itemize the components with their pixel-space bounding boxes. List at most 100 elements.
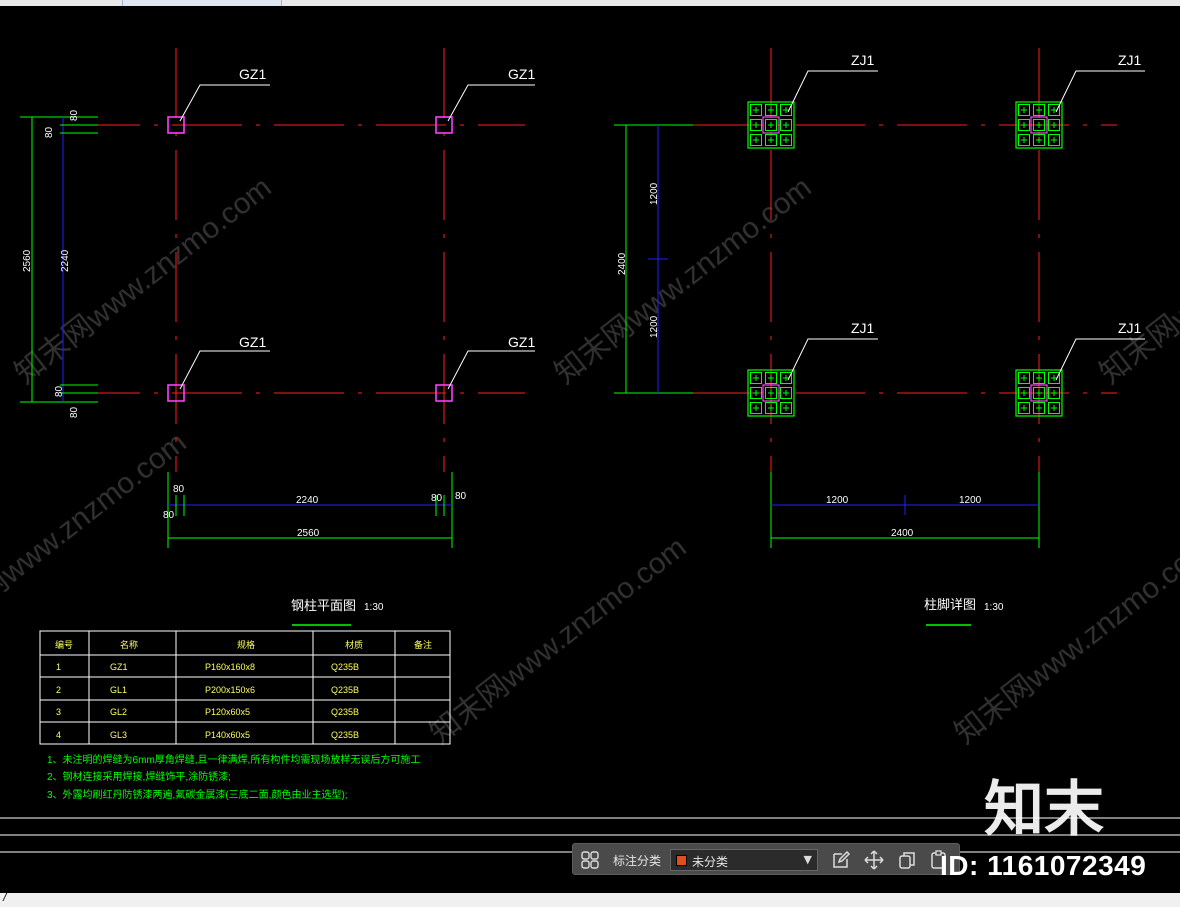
detail-footing-labels: ZJ1 ZJ1 ZJ1 ZJ1 [851,52,1142,336]
column-label: GZ1 [508,334,535,350]
table-header-cell: 名称 [120,639,138,650]
annotation-toolbar: 标注分类 未分类 ▼ [572,843,960,875]
table-cell: P120x60x5 [205,707,250,717]
anchor-bolt-cross [1036,122,1042,128]
footing-zj1 [747,369,795,417]
table-cell: Q235B [331,707,359,717]
id-label: ID: 1161072349 [940,850,1147,881]
table-cell: 2 [56,685,61,695]
table-cell: Q235B [331,685,359,695]
dim-2400: 2400 [617,252,628,275]
plan-title: 钢柱平面图 [291,598,356,613]
table-cell: 1 [56,662,61,672]
anchor-bolt-cross [783,137,789,143]
anchor-bolt-cross [783,375,789,381]
chevron-down-icon: ▼ [803,853,812,866]
anchor-bolt-cross [1036,405,1042,411]
toolbar-label: 标注分类 [613,854,662,868]
note-line: 2、钢材连接采用焊接,焊缝饰平,涂防锈漆; [47,770,231,783]
anchor-bolt-cross [1051,107,1057,113]
table-cell: P160x160x8 [205,662,255,672]
dim-80: 80 [44,126,55,138]
anchor-bolt-cross [768,375,774,381]
status-bar: / [0,892,1180,907]
anchor-bolt-cross [768,137,774,143]
footing-label: ZJ1 [1118,320,1142,336]
detail-title: 柱脚详图 [924,597,976,612]
edit-icon[interactable] [831,850,851,870]
footing-zj1 [747,101,795,149]
anchor-bolt-cross [783,390,789,396]
status-text: / [2,892,9,903]
dim-80: 80 [163,510,175,521]
anchor-bolt-cross [753,390,759,396]
detail-footings [747,101,1063,417]
table-cell: GL1 [110,685,127,695]
grid-icon[interactable] [581,851,599,869]
copy-icon[interactable] [897,850,917,870]
anchor-bolt-cross [768,107,774,113]
brand-text: 知末 [984,775,1104,840]
anchor-bolt-cross [753,375,759,381]
watermark: 知末网www.znzmo.com [1094,171,1180,391]
dim-2560: 2560 [297,528,320,539]
anchor-bolt-cross [768,390,774,396]
anchor-bolt-cross [1036,107,1042,113]
anchor-bolt-cross [753,405,759,411]
anchor-bolt-cross [1021,107,1027,113]
plan-column-labels: GZ1 GZ1 GZ1 GZ1 [239,66,535,350]
move-icon[interactable] [864,850,884,870]
anchor-bolt-cross [1021,390,1027,396]
dim-80: 80 [173,484,185,495]
table-rows: 1 GZ1 P160x160x8 Q235B 2 GL1 P200x150x6 … [56,662,359,740]
table-cell: GL3 [110,730,127,740]
anchor-bolt-cross [1051,375,1057,381]
anchor-bolt-cross [753,122,759,128]
dim-80: 80 [69,109,80,121]
dim-80: 80 [455,491,467,502]
plan-columns [167,116,453,402]
dim-2240: 2240 [296,495,319,506]
column-label: GZ1 [239,66,266,82]
anchor-bolt-cross [1036,375,1042,381]
anchor-bolt-cross [1036,390,1042,396]
anchor-bolt-cross [1051,390,1057,396]
watermark: 知末网www.znzmo.com [549,171,818,391]
table-header-cell: 材质 [345,639,363,650]
column-label: GZ1 [239,334,266,350]
anchor-bolt-cross [783,405,789,411]
anchor-bolt-cross [1036,137,1042,143]
detail-leaders [787,70,1145,381]
category-select[interactable]: 未分类 ▼ [670,849,818,871]
anchor-bolt-cross [783,107,789,113]
watermark: 知末网www.znzmo.com [424,531,693,751]
anchor-bolt-cross [768,405,774,411]
dim-80: 80 [431,493,443,504]
anchor-bolt-cross [1021,375,1027,381]
table-cell: 4 [56,730,61,740]
notes: 1、未注明的焊缝为6mm厚角焊缝,且一律满焊,所有构件均需现场放样无误后方可施工… [47,753,420,801]
note-line: 3、外露均刷红丹防锈漆两遍,氟碳金属漆(三底二面,颜色由业主选型); [47,788,348,801]
dim-1200: 1200 [959,495,982,506]
table-cell: P200x150x6 [205,685,255,695]
dim-2560: 2560 [22,249,33,272]
footing-zj1 [1015,101,1063,149]
watermark-group: 知末网www.znzmo.com 知末网www.znzmo.com 知末网www… [0,171,1180,751]
watermark: 知末网www.znzmo.com [9,171,278,391]
detail-bottom-dim-text: 1200 1200 2400 [826,495,982,539]
anchor-bolt-cross [1051,405,1057,411]
table-header-cell: 备注 [414,639,432,650]
table-cell: GL2 [110,707,127,717]
table-cell: 3 [56,707,61,717]
dim-1200: 1200 [649,182,660,205]
dim-1200: 1200 [826,495,849,506]
cad-drawing-canvas[interactable]: 知末网www.znzmo.com 知末网www.znzmo.com 知末网www… [0,6,1180,893]
plan-bottom-dim-text: 2240 2560 80 80 80 80 [163,484,467,539]
plan-scale: 1:30 [364,602,384,613]
watermark: 知末网www.znzmo.com [949,531,1180,751]
column-label: GZ1 [508,66,535,82]
dim-2400: 2400 [891,528,914,539]
anchor-bolt-cross [1051,137,1057,143]
brand-logo: 知末 [984,775,1104,840]
anchor-bolt-cross [783,122,789,128]
